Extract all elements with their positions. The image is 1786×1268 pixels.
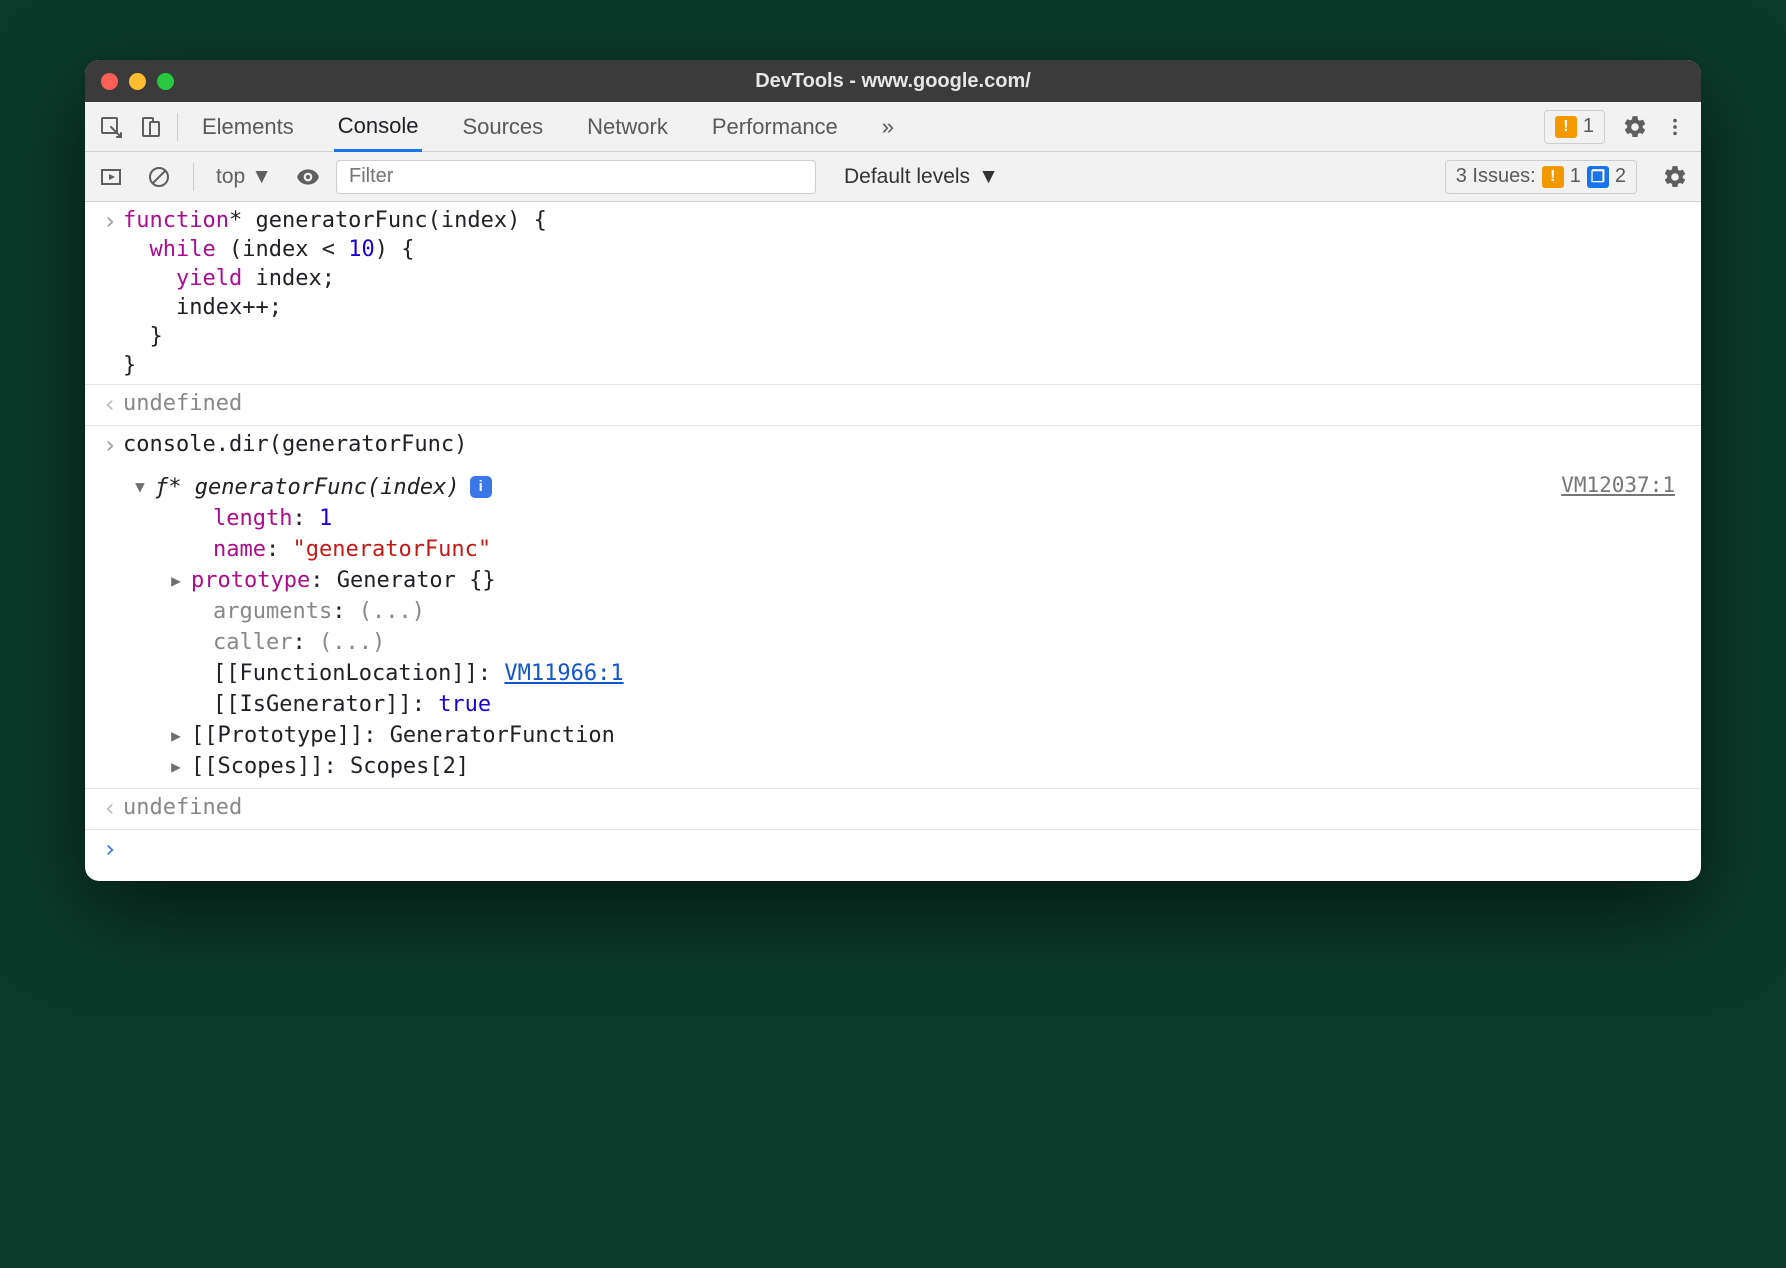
settings-gear-icon[interactable]	[1615, 107, 1655, 147]
info-badge-icon[interactable]: i	[470, 476, 492, 498]
chevron-down-icon: ▼	[251, 165, 272, 189]
prompt-input[interactable]	[123, 834, 1689, 866]
minimize-window-button[interactable]	[129, 73, 146, 90]
code-input: function* generatorFunc(index) { while (…	[123, 206, 1689, 380]
console-settings-gear-icon[interactable]	[1655, 157, 1695, 197]
function-prefix: ƒ*	[155, 475, 182, 500]
disclosure-triangle-icon[interactable]	[167, 756, 185, 777]
kebab-menu-icon[interactable]	[1655, 107, 1695, 147]
titlebar: DevTools - www.google.com/	[85, 60, 1701, 102]
prompt-chevron-icon	[97, 834, 123, 866]
issues-warn-count: 1	[1570, 165, 1581, 188]
panel-tabs: Elements Console Sources Network Perform…	[198, 102, 898, 151]
warning-icon: !	[1555, 116, 1577, 138]
object-property[interactable]: caller: (...)	[131, 627, 1689, 658]
device-toolbar-icon[interactable]	[131, 107, 171, 147]
divider	[193, 163, 194, 191]
object-property[interactable]: length: 1	[131, 503, 1689, 534]
divider	[177, 113, 178, 141]
tab-performance[interactable]: Performance	[708, 102, 842, 151]
console-return-entry: undefined	[85, 384, 1701, 425]
tab-sources[interactable]: Sources	[458, 102, 547, 151]
clear-console-icon[interactable]	[139, 157, 179, 197]
issues-info-count: 2	[1615, 165, 1626, 188]
return-value: undefined	[123, 389, 1689, 421]
zoom-window-button[interactable]	[157, 73, 174, 90]
function-signature: generatorFunc(index)	[195, 475, 460, 500]
object-property[interactable]: [[Scopes]]: Scopes[2]	[131, 751, 1689, 782]
vm-source-link[interactable]: VM11966:1	[504, 661, 623, 686]
object-property[interactable]: name: "generatorFunc"	[131, 534, 1689, 565]
object-property[interactable]: [[IsGenerator]]: true	[131, 689, 1689, 720]
toggle-sidebar-icon[interactable]	[91, 157, 131, 197]
more-tabs-icon[interactable]: »	[878, 102, 898, 151]
window-controls	[101, 73, 174, 90]
object-header[interactable]: ƒ* generatorFunc(index) i	[131, 472, 492, 503]
object-property[interactable]: [[FunctionLocation]]: VM11966:1	[131, 658, 1689, 689]
chevron-down-icon: ▼	[978, 165, 999, 189]
console-output: function* generatorFunc(index) { while (…	[85, 202, 1701, 881]
devtools-window: DevTools - www.google.com/ Elements Cons…	[85, 60, 1701, 881]
object-property[interactable]: prototype: Generator {}	[131, 565, 1689, 596]
disclosure-triangle-icon[interactable]	[167, 570, 185, 591]
return-value: undefined	[123, 793, 1689, 825]
output-chevron-icon	[97, 389, 123, 421]
tab-elements[interactable]: Elements	[198, 102, 298, 151]
console-return-entry: undefined	[85, 788, 1701, 829]
info-icon: ❐	[1587, 166, 1609, 188]
panel-tabs-row: Elements Console Sources Network Perform…	[85, 102, 1701, 152]
inspect-element-icon[interactable]	[91, 107, 131, 147]
window-title: DevTools - www.google.com/	[85, 70, 1701, 93]
code-input: console.dir(generatorFunc)	[123, 430, 1689, 462]
disclosure-triangle-icon[interactable]	[131, 476, 149, 497]
disclosure-triangle-icon[interactable]	[167, 725, 185, 746]
input-chevron-icon	[97, 430, 123, 462]
console-input-entry[interactable]: console.dir(generatorFunc)	[85, 425, 1701, 466]
tab-console[interactable]: Console	[334, 102, 423, 152]
live-expression-icon[interactable]	[288, 157, 328, 197]
console-prompt[interactable]	[85, 829, 1701, 882]
issues-label: 3 Issues:	[1456, 165, 1536, 188]
execution-context-selector[interactable]: top ▼	[208, 165, 280, 189]
warnings-badge[interactable]: ! 1	[1544, 110, 1605, 144]
close-window-button[interactable]	[101, 73, 118, 90]
tab-network[interactable]: Network	[583, 102, 672, 151]
context-label: top	[216, 165, 245, 189]
object-property[interactable]: arguments: (...)	[131, 596, 1689, 627]
console-toolbar: top ▼ Default levels ▼ 3 Issues: ! 1 ❐ 2	[85, 152, 1701, 202]
log-level-label: Default levels	[844, 165, 970, 189]
console-input-entry[interactable]: function* generatorFunc(index) { while (…	[85, 202, 1701, 384]
output-chevron-icon	[97, 793, 123, 825]
console-dir-result[interactable]: ƒ* generatorFunc(index) i VM12037:1 leng…	[85, 466, 1701, 788]
log-level-selector[interactable]: Default levels ▼	[844, 165, 999, 189]
object-property[interactable]: [[Prototype]]: GeneratorFunction	[131, 720, 1689, 751]
issues-badge[interactable]: 3 Issues: ! 1 ❐ 2	[1445, 160, 1637, 194]
warning-icon: !	[1542, 166, 1564, 188]
warnings-count: 1	[1583, 115, 1594, 138]
input-chevron-icon	[97, 206, 123, 380]
source-link[interactable]: VM12037:1	[1561, 472, 1689, 500]
filter-input[interactable]	[336, 160, 816, 194]
